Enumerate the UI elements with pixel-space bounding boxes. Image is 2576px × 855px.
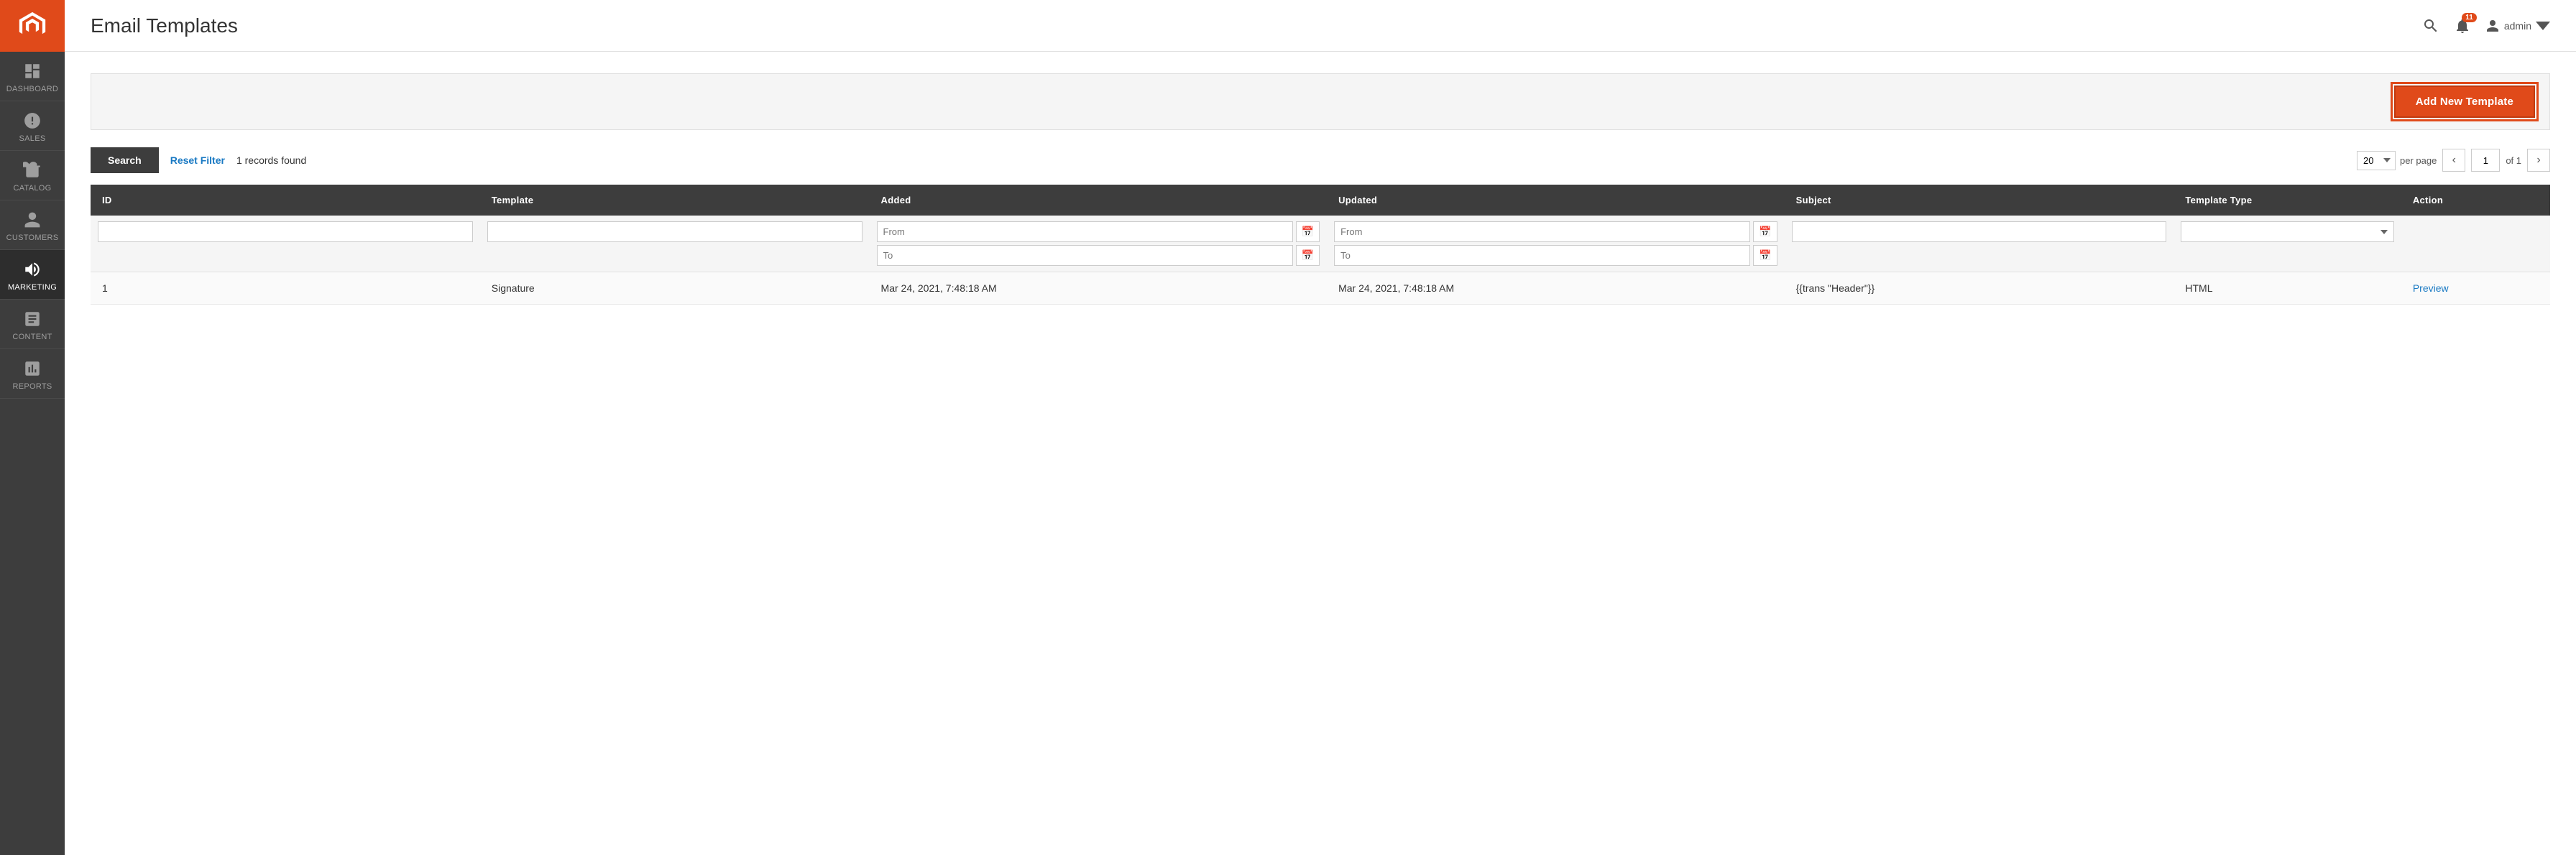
per-page-select[interactable]: 20 50 100 <box>2357 151 2396 170</box>
sidebar-item-label: Sales <box>19 134 46 143</box>
filter-type-select[interactable]: HTML Text <box>2181 221 2393 242</box>
dashboard-icon <box>23 62 42 80</box>
sidebar-logo <box>0 0 65 52</box>
updated-from-calendar-icon[interactable]: 📅 <box>1753 221 1777 242</box>
filter-action-cell <box>2401 216 2550 272</box>
filter-row: Search Reset Filter 1 records found 20 5… <box>91 147 2550 173</box>
catalog-icon <box>23 161 42 180</box>
cell-updated: Mar 24, 2021, 7:48:18 AM <box>1327 272 1785 305</box>
page-number-input[interactable] <box>2471 149 2500 172</box>
per-page-selector: 20 50 100 per page <box>2357 151 2437 170</box>
user-menu[interactable]: admin <box>2485 19 2550 33</box>
cell-added: Mar 24, 2021, 7:48:18 AM <box>870 272 1328 305</box>
sidebar-item-label: Catalog <box>13 184 51 193</box>
sales-icon <box>23 111 42 130</box>
filter-added-cell: 📅 📅 <box>870 216 1328 272</box>
filter-template-input[interactable] <box>487 221 862 242</box>
col-subject: Subject <box>1785 185 2174 216</box>
toolbar-row: Add New Template <box>91 73 2550 130</box>
col-id: ID <box>91 185 480 216</box>
sidebar-item-catalog[interactable]: Catalog <box>0 151 65 200</box>
sidebar-item-content[interactable]: Content <box>0 300 65 349</box>
filter-updated-cell: 📅 📅 <box>1327 216 1785 272</box>
col-added: Added <box>870 185 1328 216</box>
per-page-label: per page <box>2400 155 2437 166</box>
sidebar-item-marketing[interactable]: Marketing <box>0 250 65 300</box>
col-template: Template <box>480 185 870 216</box>
table-row: 1 Signature Mar 24, 2021, 7:48:18 AM Mar… <box>91 272 2550 305</box>
filter-id-input[interactable] <box>98 221 473 242</box>
updated-to-calendar-icon[interactable]: 📅 <box>1753 245 1777 266</box>
col-action: Action <box>2401 185 2550 216</box>
sidebar-item-label: Content <box>12 333 52 341</box>
filter-added-from-input[interactable] <box>877 221 1293 242</box>
table-filter-row: 📅 📅 📅 <box>91 216 2550 272</box>
add-new-template-button[interactable]: Add New Template <box>2394 86 2535 118</box>
cell-subject: {{trans "Header"}} <box>1785 272 2174 305</box>
content-area: Add New Template Search Reset Filter 1 r… <box>65 52 2576 855</box>
cell-template-type: HTML <box>2174 272 2401 305</box>
search-button-filter[interactable]: Search <box>91 147 159 173</box>
reset-filter-button[interactable]: Reset Filter <box>170 154 225 166</box>
preview-link[interactable]: Preview <box>2413 282 2449 294</box>
filter-type-cell: HTML Text <box>2174 216 2401 272</box>
sidebar-item-label: Dashboard <box>6 85 58 93</box>
filter-updated-to-input[interactable] <box>1334 245 1750 266</box>
user-name: admin <box>2504 20 2531 32</box>
sidebar-item-customers[interactable]: Customers <box>0 200 65 250</box>
sidebar-item-sales[interactable]: Sales <box>0 101 65 151</box>
sidebar-item-label: Customers <box>6 234 59 242</box>
main-content: Email Templates 11 admin Add New Templat… <box>65 0 2576 855</box>
sidebar: Dashboard Sales Catalog Customers Market… <box>0 0 65 855</box>
content-icon <box>23 310 42 328</box>
cell-template: Signature <box>480 272 870 305</box>
filter-added-to-input[interactable] <box>877 245 1293 266</box>
page-of-label: of 1 <box>2506 155 2521 166</box>
chevron-down-icon <box>2536 19 2550 33</box>
search-icon <box>2422 17 2439 34</box>
cell-action: Preview <box>2401 272 2550 305</box>
added-to-calendar-icon[interactable]: 📅 <box>1296 245 1320 266</box>
col-template-type: Template Type <box>2174 185 2401 216</box>
page-title: Email Templates <box>91 14 238 37</box>
topbar: Email Templates 11 admin <box>65 0 2576 52</box>
magento-logo-icon <box>17 10 48 42</box>
customers-icon <box>23 211 42 229</box>
notification-count: 11 <box>2462 13 2477 22</box>
added-from-calendar-icon[interactable]: 📅 <box>1296 221 1320 242</box>
next-page-button[interactable]: › <box>2527 149 2550 172</box>
user-icon <box>2485 19 2500 33</box>
notifications-button[interactable]: 11 <box>2454 17 2471 34</box>
filter-subject-cell <box>1785 216 2174 272</box>
email-templates-table: ID Template Added Updated Subject Templa… <box>91 185 2550 305</box>
cell-id: 1 <box>91 272 480 305</box>
filter-template-cell <box>480 216 870 272</box>
records-found: 1 records found <box>236 154 2345 166</box>
sidebar-item-label: Marketing <box>8 283 57 292</box>
prev-page-button[interactable]: ‹ <box>2442 149 2465 172</box>
filter-id-cell <box>91 216 480 272</box>
marketing-icon <box>23 260 42 279</box>
sidebar-item-dashboard[interactable]: Dashboard <box>0 52 65 101</box>
filter-subject-input[interactable] <box>1792 221 2167 242</box>
filter-updated-from-input[interactable] <box>1334 221 1750 242</box>
pagination-controls: 20 50 100 per page ‹ of 1 › <box>2357 149 2550 172</box>
topbar-actions: 11 admin <box>2422 17 2550 34</box>
col-updated: Updated <box>1327 185 1785 216</box>
search-button[interactable] <box>2422 17 2439 34</box>
reports-icon <box>23 359 42 378</box>
sidebar-item-label: Reports <box>12 382 52 391</box>
sidebar-item-reports[interactable]: Reports <box>0 349 65 399</box>
table-header-row: ID Template Added Updated Subject Templa… <box>91 185 2550 216</box>
